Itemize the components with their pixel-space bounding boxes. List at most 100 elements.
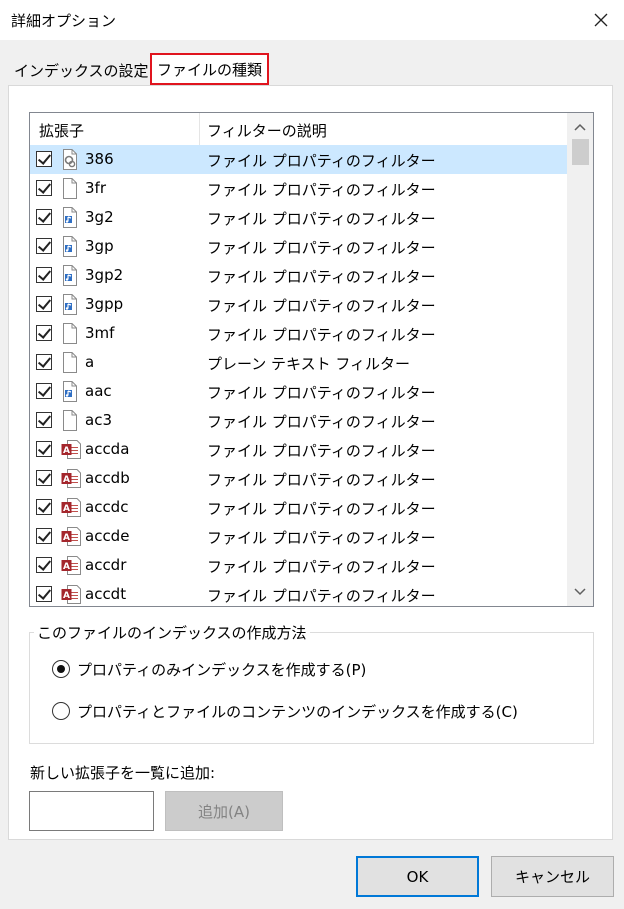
row-description: ファイル プロパティのフィルター <box>207 268 436 286</box>
row-description: ファイル プロパティのフィルター <box>207 471 436 489</box>
scroll-thumb[interactable] <box>572 139 589 165</box>
row-extension: 3gp <box>85 237 114 255</box>
list-item[interactable]: 3gp ファイル プロパティのフィルター <box>30 232 568 261</box>
system-file-icon <box>61 149 79 170</box>
list-item[interactable]: ac3 ファイル プロパティのフィルター <box>30 406 568 435</box>
ok-button[interactable]: OK <box>356 856 479 897</box>
column-divider[interactable] <box>199 113 200 145</box>
radio-properties-only[interactable] <box>52 660 70 678</box>
svg-text:A: A <box>63 533 70 543</box>
chevron-down-icon <box>574 588 586 596</box>
row-description: ファイル プロパティのフィルター <box>207 558 436 576</box>
list-item[interactable]: 3gpp ファイル プロパティのフィルター <box>30 290 568 319</box>
row-checkbox[interactable] <box>36 470 52 486</box>
media-file-icon <box>61 207 79 228</box>
row-checkbox[interactable] <box>36 586 52 602</box>
list-item[interactable]: Aaccde ファイル プロパティのフィルター <box>30 522 568 551</box>
row-checkbox[interactable] <box>36 499 52 515</box>
file-type-list[interactable]: 拡張子 フィルターの説明 386 ファイル プロパティのフィルター 3fr ファイル … <box>29 112 594 607</box>
tab-index-settings[interactable]: インデックスの設定 <box>10 55 153 85</box>
svg-text:A: A <box>63 475 70 485</box>
access-file-icon: A <box>61 439 81 460</box>
svg-text:A: A <box>63 591 70 601</box>
row-extension: accdb <box>85 469 130 487</box>
media-file-icon <box>61 381 79 402</box>
access-file-icon: A <box>61 468 81 489</box>
close-button[interactable] <box>578 0 624 40</box>
row-checkbox[interactable] <box>36 180 52 196</box>
access-file-icon: A <box>61 526 81 547</box>
tab-label: インデックスの設定 <box>14 61 149 80</box>
list-item[interactable]: 386 ファイル プロパティのフィルター <box>30 145 568 174</box>
row-extension: accdt <box>85 585 127 603</box>
list-item[interactable]: 3fr ファイル プロパティのフィルター <box>30 174 568 203</box>
list-item[interactable]: aac ファイル プロパティのフィルター <box>30 377 568 406</box>
list-item[interactable]: Aaccdc ファイル プロパティのフィルター <box>30 493 568 522</box>
access-file-icon: A <box>61 555 81 576</box>
row-description: ファイル プロパティのフィルター <box>207 326 436 344</box>
row-extension: accdc <box>85 498 129 516</box>
scroll-up-button[interactable] <box>567 115 593 139</box>
radio-properties-and-contents[interactable] <box>52 702 70 720</box>
window-title: 詳細オプション <box>11 12 117 30</box>
list-item[interactable]: 3g2 ファイル プロパティのフィルター <box>30 203 568 232</box>
media-file-icon <box>61 265 79 286</box>
row-description: ファイル プロパティのフィルター <box>207 297 436 315</box>
row-description: ファイル プロパティのフィルター <box>207 413 436 431</box>
row-checkbox[interactable] <box>36 267 52 283</box>
row-checkbox[interactable] <box>36 528 52 544</box>
cancel-button[interactable]: キャンセル <box>491 856 614 897</box>
row-extension: 386 <box>85 150 114 168</box>
row-extension: accdr <box>85 556 127 574</box>
access-file-icon: A <box>61 584 81 605</box>
blank-file-icon <box>61 410 79 431</box>
column-header-description[interactable]: フィルターの説明 <box>207 120 327 141</box>
row-checkbox[interactable] <box>36 383 52 399</box>
index-method-label: このファイルのインデックスの作成方法 <box>34 622 310 643</box>
list-header: 拡張子 フィルターの説明 <box>30 113 568 145</box>
index-method-group <box>29 632 594 744</box>
add-button[interactable]: 追加(A) <box>165 791 283 831</box>
row-description: ファイル プロパティのフィルター <box>207 210 436 228</box>
row-description: ファイル プロパティのフィルター <box>207 529 436 547</box>
row-checkbox[interactable] <box>36 325 52 341</box>
list-item[interactable]: Aaccda ファイル プロパティのフィルター <box>30 435 568 464</box>
blank-file-icon <box>61 352 79 373</box>
row-checkbox[interactable] <box>36 354 52 370</box>
row-extension: 3g2 <box>85 208 114 226</box>
row-description: ファイル プロパティのフィルター <box>207 239 436 257</box>
radio-properties-only-label[interactable]: プロパティのみインデックスを作成する(P) <box>77 659 366 680</box>
new-extension-label: 新しい拡張子を一覧に追加: <box>30 764 216 782</box>
row-checkbox[interactable] <box>36 238 52 254</box>
vertical-scrollbar[interactable] <box>567 113 593 606</box>
media-file-icon <box>61 294 79 315</box>
chevron-up-icon <box>574 123 586 131</box>
row-extension: 3mf <box>85 324 115 342</box>
row-description: ファイル プロパティのフィルター <box>207 587 436 605</box>
list-item[interactable]: 3mf ファイル プロパティのフィルター <box>30 319 568 348</box>
row-checkbox[interactable] <box>36 151 52 167</box>
list-item[interactable]: 3gp2 ファイル プロパティのフィルター <box>30 261 568 290</box>
row-extension: accda <box>85 440 130 458</box>
row-description: プレーン テキスト フィルター <box>207 355 411 373</box>
row-checkbox[interactable] <box>36 209 52 225</box>
row-checkbox[interactable] <box>36 296 52 312</box>
list-item[interactable]: Aaccdr ファイル プロパティのフィルター <box>30 551 568 580</box>
row-checkbox[interactable] <box>36 441 52 457</box>
list-item[interactable]: Aaccdt ファイル プロパティのフィルター <box>30 580 568 606</box>
list-item[interactable]: Aaccdb ファイル プロパティのフィルター <box>30 464 568 493</box>
row-checkbox[interactable] <box>36 557 52 573</box>
column-header-extension[interactable]: 拡張子 <box>39 120 84 141</box>
radio-properties-and-contents-label[interactable]: プロパティとファイルのコンテンツのインデックスを作成する(C) <box>77 701 518 722</box>
tab-file-types[interactable]: ファイルの種類 <box>150 53 269 85</box>
new-extension-input[interactable] <box>29 791 154 831</box>
row-checkbox[interactable] <box>36 412 52 428</box>
blank-file-icon <box>61 323 79 344</box>
media-file-icon <box>61 236 79 257</box>
list-item[interactable]: a プレーン テキスト フィルター <box>30 348 568 377</box>
svg-text:A: A <box>63 562 70 572</box>
row-extension: 3gpp <box>85 295 124 313</box>
title-bar: 詳細オプション <box>0 0 624 40</box>
row-extension: 3fr <box>85 179 106 197</box>
scroll-down-button[interactable] <box>567 580 593 604</box>
